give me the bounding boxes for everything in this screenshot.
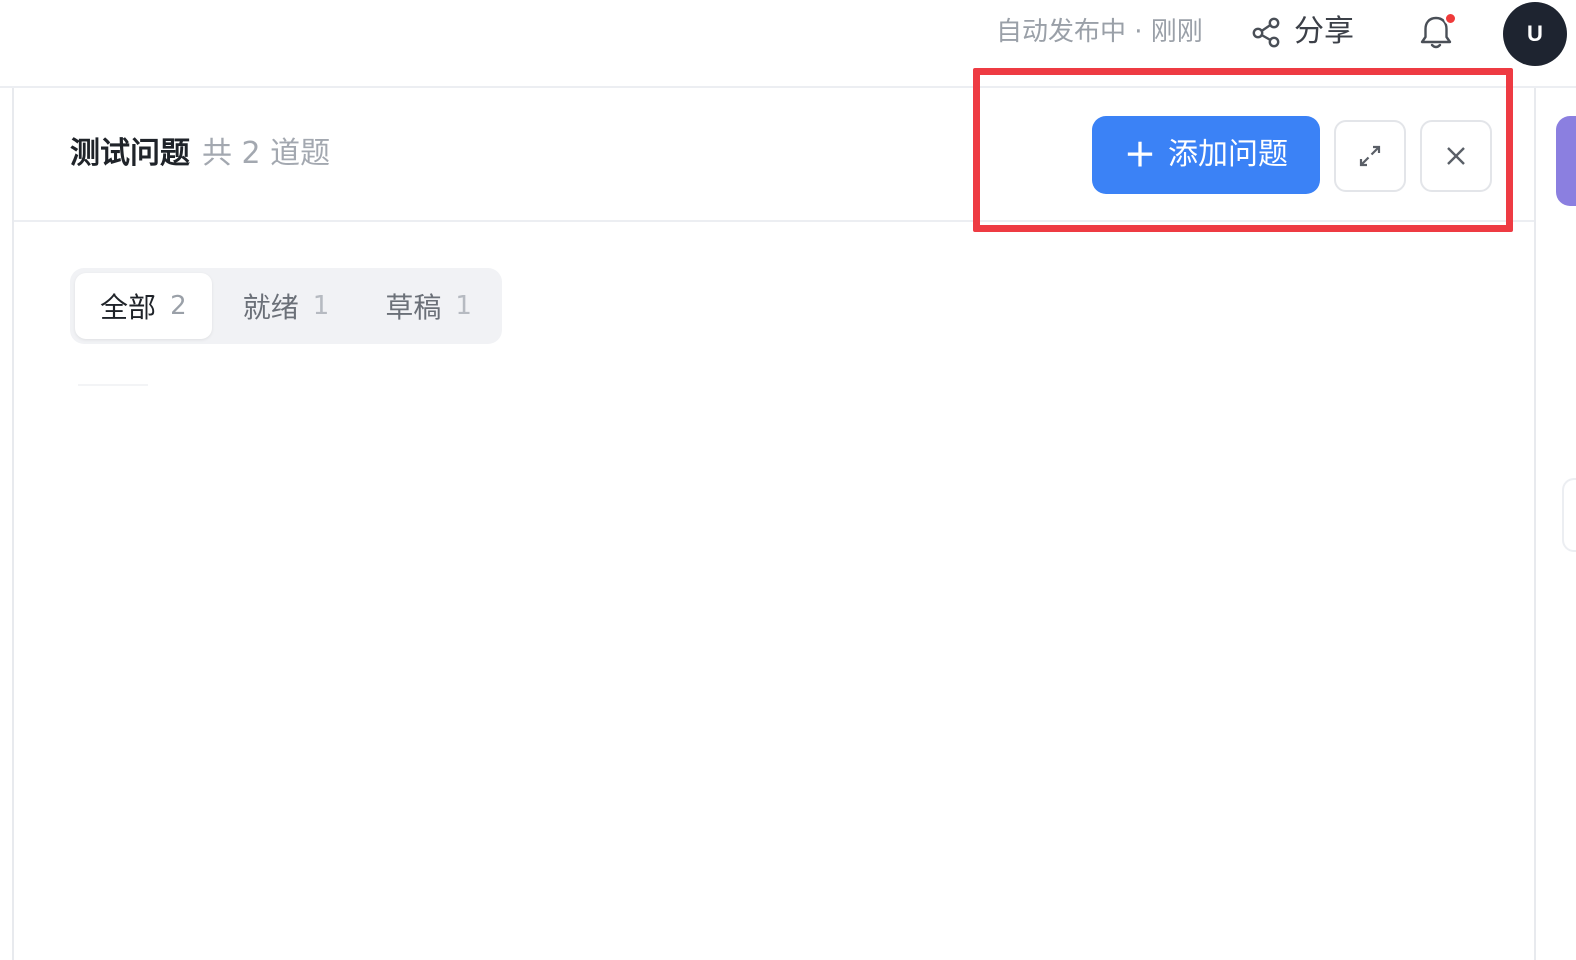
tab-count: 1: [455, 291, 472, 321]
tab-count: 1: [312, 291, 330, 321]
top-bar: 自动发布中 · 刚刚 分享 U: [0, 0, 1576, 88]
tab-ready[interactable]: 就绪 1: [218, 273, 355, 339]
tab-label: 全部: [100, 291, 157, 324]
panel-title: 测试问题: [70, 136, 190, 171]
close-icon: [1447, 147, 1465, 165]
panel-header: 测试问题 共 2 道题 ＋ 添加问题: [14, 88, 1534, 222]
expand-button[interactable]: [1334, 120, 1406, 192]
side-panel-tab[interactable]: [1556, 116, 1576, 206]
notification-dot: [1444, 12, 1457, 25]
close-button[interactable]: [1420, 120, 1492, 192]
add-question-label: 添加问题: [1168, 137, 1288, 172]
app-root: 自动发布中 · 刚刚 分享 U 测试问题 共 2 道题 ＋ 添加问题 全部 2 …: [0, 0, 1576, 960]
divider: [78, 384, 148, 386]
share-icon: [1252, 17, 1280, 48]
add-question-button[interactable]: ＋ 添加问题: [1092, 116, 1320, 194]
notification-button[interactable]: [1416, 12, 1457, 52]
autosave-status: 自动发布中 · 刚刚: [996, 17, 1203, 47]
status-filter-tabs: 全部 2 就绪 1 草稿 1: [70, 268, 502, 344]
side-panel-handle[interactable]: [1562, 478, 1576, 552]
plus-icon: ＋: [1123, 136, 1156, 174]
share-button[interactable]: 分享: [1250, 12, 1354, 52]
tab-all[interactable]: 全部 2: [75, 273, 212, 339]
question-count: 共 2 道题: [202, 136, 331, 171]
user-avatar[interactable]: U: [1503, 2, 1567, 66]
share-label: 分享: [1294, 14, 1354, 49]
tab-draft[interactable]: 草稿 1: [360, 273, 497, 339]
tab-label: 就绪: [242, 291, 299, 324]
expand-icon: [1359, 145, 1381, 167]
tab-count: 2: [170, 291, 187, 321]
tab-label: 草稿: [385, 291, 442, 324]
questions-panel: 测试问题 共 2 道题 ＋ 添加问题 全部 2 就绪 1 草稿 1: [12, 88, 1536, 960]
